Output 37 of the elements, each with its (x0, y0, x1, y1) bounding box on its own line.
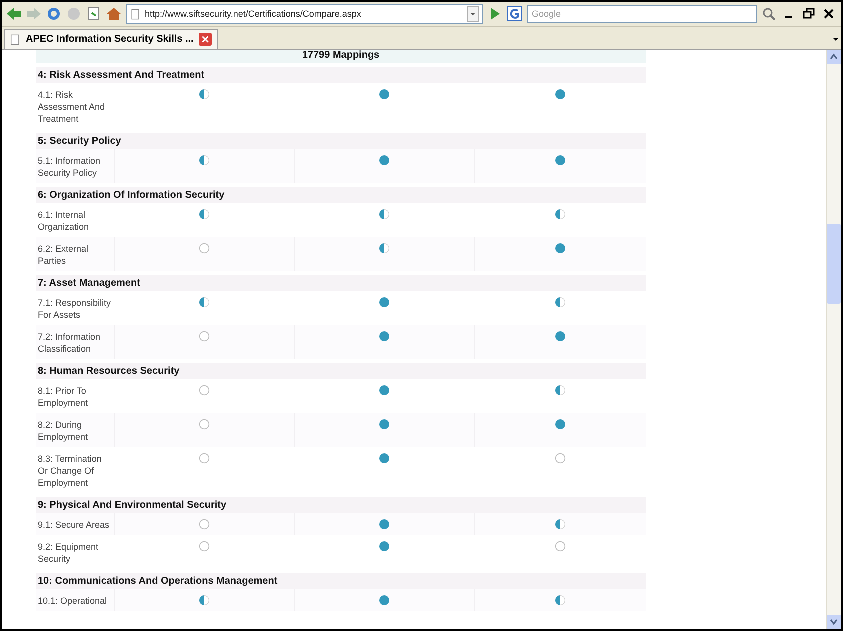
row-label: 9.1: Secure Areas (37, 519, 111, 532)
row-label: 4.1: Risk Assessment And Treatment (37, 89, 106, 126)
page-icon[interactable] (86, 6, 102, 22)
row-label: 8.3: Termination Or Change Of Employment (37, 453, 103, 490)
scroll-down-icon[interactable] (827, 615, 841, 629)
dropdown-icon[interactable] (467, 6, 479, 22)
search-engine-icon[interactable] (507, 6, 523, 22)
section-header: 6: Organization Of Information Security (36, 187, 646, 203)
tab-title: APEC Information Security Skills ... (26, 34, 194, 45)
restore-icon[interactable] (801, 6, 817, 22)
row-label: 10.1: Operational (37, 595, 108, 608)
scrollbar-thumb[interactable] (827, 224, 841, 304)
page-icon (130, 8, 141, 20)
row-label: 8.1: Prior To Employment (37, 385, 90, 410)
row-label: 9.2: Equipment Security (37, 541, 100, 566)
row-label: 6.2: External Parties (37, 243, 90, 268)
section-header: 9: Physical And Environmental Security (36, 497, 646, 513)
section-header: 4: Risk Assessment And Treatment (36, 67, 646, 83)
row-label: 7.2: Information Classification (37, 331, 102, 356)
row-label: 8.2: During Employment (37, 419, 90, 444)
reload-icon[interactable] (46, 6, 62, 22)
section-header: 8: Human Resources Security (36, 363, 646, 379)
table-caption: 17799 Mappings (36, 50, 646, 63)
address-bar[interactable]: http://www.siftsecurity.net/Certifications/Compare.aspx (126, 4, 483, 24)
page-icon (10, 34, 21, 46)
scroll-up-icon[interactable] (827, 50, 841, 64)
section-header: 10: Communications And Operations Management (36, 573, 646, 589)
row-label: 6.1: Internal Organization (37, 209, 90, 234)
row-label: 5.1: Information Security Policy (37, 155, 102, 180)
back-arrow-icon[interactable] (6, 6, 22, 22)
row-label: 7.1: Responsibility For Assets (37, 297, 112, 322)
search-field[interactable]: Google (527, 5, 757, 23)
section-header: 5: Security Policy (36, 133, 646, 149)
home-icon[interactable] (106, 6, 122, 22)
browser-tab[interactable]: APEC Information Security Skills ... (4, 29, 218, 49)
search-icon[interactable] (761, 6, 777, 22)
section-header: 7: Asset Management (36, 275, 646, 291)
